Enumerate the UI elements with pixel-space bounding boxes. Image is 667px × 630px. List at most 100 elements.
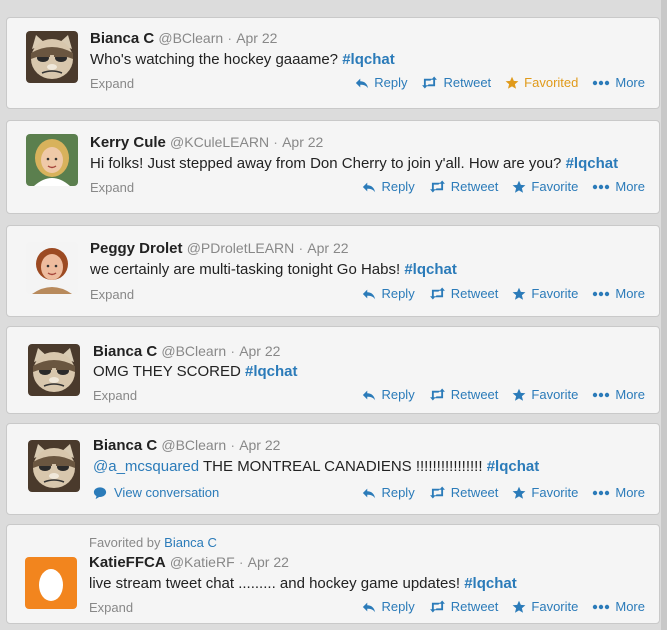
favorite-button[interactable]: Favorite xyxy=(512,179,578,194)
author-name[interactable]: KatieFFCA xyxy=(89,554,166,571)
tweet-text: OMG THEY SCORED #lqchat xyxy=(93,363,298,380)
tweet-date[interactable]: Apr 22 xyxy=(236,30,277,46)
tweet-date[interactable]: Apr 22 xyxy=(239,343,280,359)
reply-button[interactable]: Reply xyxy=(362,387,415,402)
retweet-button[interactable]: Retweet xyxy=(429,387,498,402)
author-handle[interactable]: @BClearn xyxy=(161,437,226,453)
favorite-label: Favorite xyxy=(531,599,579,614)
author-name[interactable]: Bianca C xyxy=(90,30,154,47)
reply-button[interactable]: Reply xyxy=(362,485,415,500)
favorited-by-context: Favorited by Bianca C xyxy=(89,535,217,550)
more-button[interactable]: More xyxy=(592,485,645,500)
hashtag-link[interactable]: #lqchat xyxy=(245,363,298,380)
reply-button[interactable]: Reply xyxy=(362,286,415,301)
grumpy-cat-avatar[interactable] xyxy=(28,440,80,492)
author-name[interactable]: Kerry Cule xyxy=(90,134,166,151)
reply-label: Reply xyxy=(381,599,415,614)
reply-label: Reply xyxy=(381,485,415,500)
favorite-button[interactable]: Favorite xyxy=(512,485,578,500)
expand-link[interactable]: Expand xyxy=(90,180,134,195)
reply-button[interactable]: Reply xyxy=(355,75,407,90)
hashtag-link[interactable]: #lqchat xyxy=(404,261,457,278)
more-icon xyxy=(592,392,610,398)
tweet-card[interactable]: Bianca C @BClearn · Apr 22 Who's watchin… xyxy=(6,17,660,109)
tweet-body: we certainly are multi-tasking tonight G… xyxy=(90,261,405,278)
tweet-date[interactable]: Apr 22 xyxy=(248,554,289,570)
view-conversation-link[interactable]: View conversation xyxy=(93,485,219,500)
favorite-button[interactable]: Favorited xyxy=(505,75,578,90)
tweet-card[interactable]: Bianca C @BClearn · Apr 22 OMG THEY SCOR… xyxy=(6,326,660,414)
more-button[interactable]: More xyxy=(592,387,645,402)
favorite-button[interactable]: Favorite xyxy=(512,599,578,614)
author-handle[interactable]: @BClearn xyxy=(161,343,226,359)
tweet-card[interactable]: Bianca C @BClearn · Apr 22 @a_mcsquared … xyxy=(6,423,660,515)
favorite-label: Favorited xyxy=(524,75,579,90)
grumpy-cat-avatar[interactable] xyxy=(28,344,80,396)
star-icon xyxy=(505,76,519,90)
separator: · xyxy=(238,554,244,570)
author-handle[interactable]: @BClearn xyxy=(158,30,223,46)
hashtag-link[interactable]: #lqchat xyxy=(566,155,619,172)
author-handle[interactable]: @KatieRF xyxy=(170,554,235,570)
hashtag-link[interactable]: #lqchat xyxy=(487,458,540,475)
reply-button[interactable]: Reply xyxy=(362,179,415,194)
favorite-label: Favorite xyxy=(531,387,579,402)
expand-link[interactable]: Expand xyxy=(89,600,133,615)
reply-button[interactable]: Reply xyxy=(362,599,415,614)
grumpy-cat-avatar[interactable] xyxy=(26,31,78,83)
tweet-date[interactable]: Apr 22 xyxy=(239,437,280,453)
egg-avatar[interactable] xyxy=(25,557,77,609)
favorite-label: Favorite xyxy=(531,286,579,301)
more-button[interactable]: More xyxy=(592,286,645,301)
more-icon xyxy=(592,80,610,86)
tweet-text: Who's watching the hockey gaaame? #lqcha… xyxy=(90,51,395,68)
retweet-label: Retweet xyxy=(450,286,499,301)
retweet-button[interactable]: Retweet xyxy=(429,485,498,500)
favorite-button[interactable]: Favorite xyxy=(512,387,578,402)
hashtag-link[interactable]: #lqchat xyxy=(342,51,395,68)
star-icon xyxy=(512,388,526,402)
more-icon xyxy=(592,490,610,496)
reply-label: Reply xyxy=(381,387,415,402)
retweet-button[interactable]: Retweet xyxy=(429,179,498,194)
tweet-card[interactable]: Favorited by Bianca C KatieFFCA @KatieRF… xyxy=(6,524,660,624)
tweet-date[interactable]: Apr 22 xyxy=(307,240,348,256)
hashtag-link[interactable]: #lqchat xyxy=(464,575,517,592)
scrollbar-track[interactable] xyxy=(661,0,667,630)
mention-link[interactable]: @a_mcsquared xyxy=(93,458,199,475)
retweet-icon xyxy=(429,388,446,401)
star-icon xyxy=(512,486,526,500)
author-name[interactable]: Bianca C xyxy=(93,343,157,360)
tweet-text: Hi folks! Just stepped away from Don Che… xyxy=(90,155,618,172)
tweet-body: OMG THEY SCORED xyxy=(93,363,245,380)
more-button[interactable]: More xyxy=(592,599,645,614)
expand-link[interactable]: Expand xyxy=(93,388,137,403)
author-handle[interactable]: @KCuleLEARN xyxy=(170,134,269,150)
more-label: More xyxy=(615,485,645,500)
more-button[interactable]: More xyxy=(592,179,645,194)
separator: · xyxy=(227,30,233,46)
author-name[interactable]: Peggy Drolet xyxy=(90,240,183,257)
speech-bubble-icon xyxy=(93,486,107,500)
tweet-date[interactable]: Apr 22 xyxy=(282,134,323,150)
more-label: More xyxy=(615,599,645,614)
expand-link[interactable]: Expand xyxy=(90,287,134,302)
author-name[interactable]: Bianca C xyxy=(93,437,157,454)
more-button[interactable]: More xyxy=(592,75,645,90)
context-user-link[interactable]: Bianca C xyxy=(164,535,217,550)
reply-label: Reply xyxy=(381,286,415,301)
retweet-icon xyxy=(429,287,446,300)
favorite-button[interactable]: Favorite xyxy=(512,286,578,301)
star-icon xyxy=(512,600,526,614)
author-handle[interactable]: @PDroletLEARN xyxy=(187,240,295,256)
retweet-button[interactable]: Retweet xyxy=(429,286,499,301)
tweet-card[interactable]: Peggy Drolet @PDroletLEARN · Apr 22 we c… xyxy=(6,225,660,317)
woman-avatar[interactable] xyxy=(26,242,78,294)
retweet-button[interactable]: Retweet xyxy=(421,75,491,90)
expand-link[interactable]: Expand xyxy=(90,76,134,91)
tweet-card[interactable]: Kerry Cule @KCuleLEARN · Apr 22 Hi folks… xyxy=(6,120,660,214)
woman-avatar[interactable] xyxy=(26,134,78,186)
retweet-button[interactable]: Retweet xyxy=(429,599,498,614)
favorite-label: Favorite xyxy=(531,179,579,194)
more-label: More xyxy=(615,387,645,402)
